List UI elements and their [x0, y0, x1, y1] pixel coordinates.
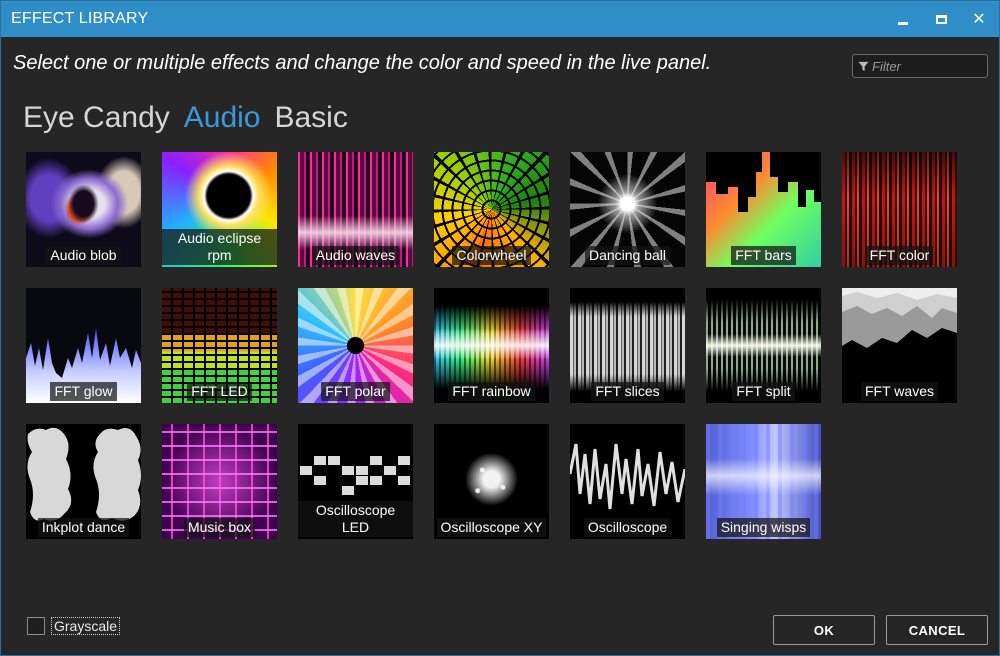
effect-label: Dancing ball [584, 246, 671, 265]
cancel-button[interactable]: CANCEL [886, 615, 988, 645]
effect-label: FFT waves [861, 382, 938, 401]
effect-tile-fft-split[interactable]: FFT split [706, 288, 821, 403]
effect-label: Audio blob [46, 246, 121, 265]
effect-label: Colorwheel [452, 246, 531, 265]
effect-label: FFT rainbow [448, 382, 535, 401]
effect-tile-dancing-ball[interactable]: Dancing ball [570, 152, 685, 267]
grayscale-checkbox[interactable]: Grayscale [27, 617, 121, 635]
minimize-button[interactable] [891, 7, 915, 31]
effect-label: Audio eclipse rpm [162, 229, 277, 265]
effect-tile-oscilloscope-led[interactable]: Oscilloscope LED [298, 424, 413, 539]
effect-label: Music box [183, 518, 256, 537]
effect-tile-oscilloscope-xy[interactable]: Oscilloscope XY [434, 424, 549, 539]
effect-tile-inkplot-dance[interactable]: Inkplot dance [26, 424, 141, 539]
checkbox-box[interactable] [27, 617, 45, 635]
effect-label: FFT split [732, 382, 795, 401]
effect-tile-audio-waves[interactable]: Audio waves [298, 152, 413, 267]
effect-label: Oscilloscope LED [298, 501, 413, 537]
title-bar[interactable]: EFFECT LIBRARY ✕ [1, 1, 999, 37]
effect-label: Inkplot dance [37, 518, 130, 537]
effect-tile-fft-glow[interactable]: FFT glow [26, 288, 141, 403]
window-title: EFFECT LIBRARY [11, 10, 149, 27]
effect-tile-fft-led[interactable]: FFT LED [162, 288, 277, 403]
effect-tile-audio-blob[interactable]: Audio blob [26, 152, 141, 267]
effect-label: FFT slices [591, 382, 664, 401]
filter-icon [858, 61, 869, 71]
effect-label: FFT polar [321, 382, 390, 401]
maximize-icon [935, 14, 947, 24]
tab-basic[interactable]: Basic [274, 101, 347, 135]
maximize-button[interactable] [929, 7, 953, 31]
effect-tile-fft-slices[interactable]: FFT slices [570, 288, 685, 403]
close-icon: ✕ [972, 11, 986, 28]
effect-label: Oscilloscope XY [436, 518, 547, 537]
tab-audio[interactable]: Audio [184, 101, 261, 135]
instruction-text: Select one or multiple effects and chang… [13, 52, 712, 74]
effect-tile-audio-eclipse-rpm[interactable]: Audio eclipse rpm [162, 152, 277, 267]
category-tabs: Eye Candy Audio Basic [23, 101, 348, 135]
effect-tile-fft-waves[interactable]: FFT waves [842, 288, 957, 403]
ok-button[interactable]: OK [773, 615, 875, 645]
effect-tile-oscilloscope[interactable]: Oscilloscope [570, 424, 685, 539]
close-button[interactable]: ✕ [967, 7, 991, 31]
tab-eye-candy[interactable]: Eye Candy [23, 101, 170, 135]
effect-label: Singing wisps [716, 518, 811, 537]
filter-field[interactable] [852, 54, 988, 78]
effect-tile-colorwheel[interactable]: Colorwheel [434, 152, 549, 267]
effect-tile-fft-bars[interactable]: FFT bars [706, 152, 821, 267]
effect-tile-fft-polar[interactable]: FFT polar [298, 288, 413, 403]
effect-label: FFT LED [187, 382, 252, 401]
effect-label: FFT bars [731, 246, 796, 265]
effect-label: FFT color [865, 246, 934, 265]
effect-library-window: EFFECT LIBRARY ✕ Select one or multiple … [0, 0, 1000, 656]
grayscale-label: Grayscale [51, 617, 121, 635]
effect-tile-music-box[interactable]: Music box [162, 424, 277, 539]
minimize-icon [898, 21, 908, 25]
effect-label: Audio waves [311, 246, 400, 265]
effect-label: FFT glow [50, 382, 117, 401]
effect-label: Oscilloscope [583, 518, 672, 537]
filter-input[interactable] [872, 58, 982, 74]
effect-tile-fft-color[interactable]: FFT color [842, 152, 957, 267]
effect-tile-fft-rainbow[interactable]: FFT rainbow [434, 288, 549, 403]
effect-tile-singing-wisps[interactable]: Singing wisps [706, 424, 821, 539]
